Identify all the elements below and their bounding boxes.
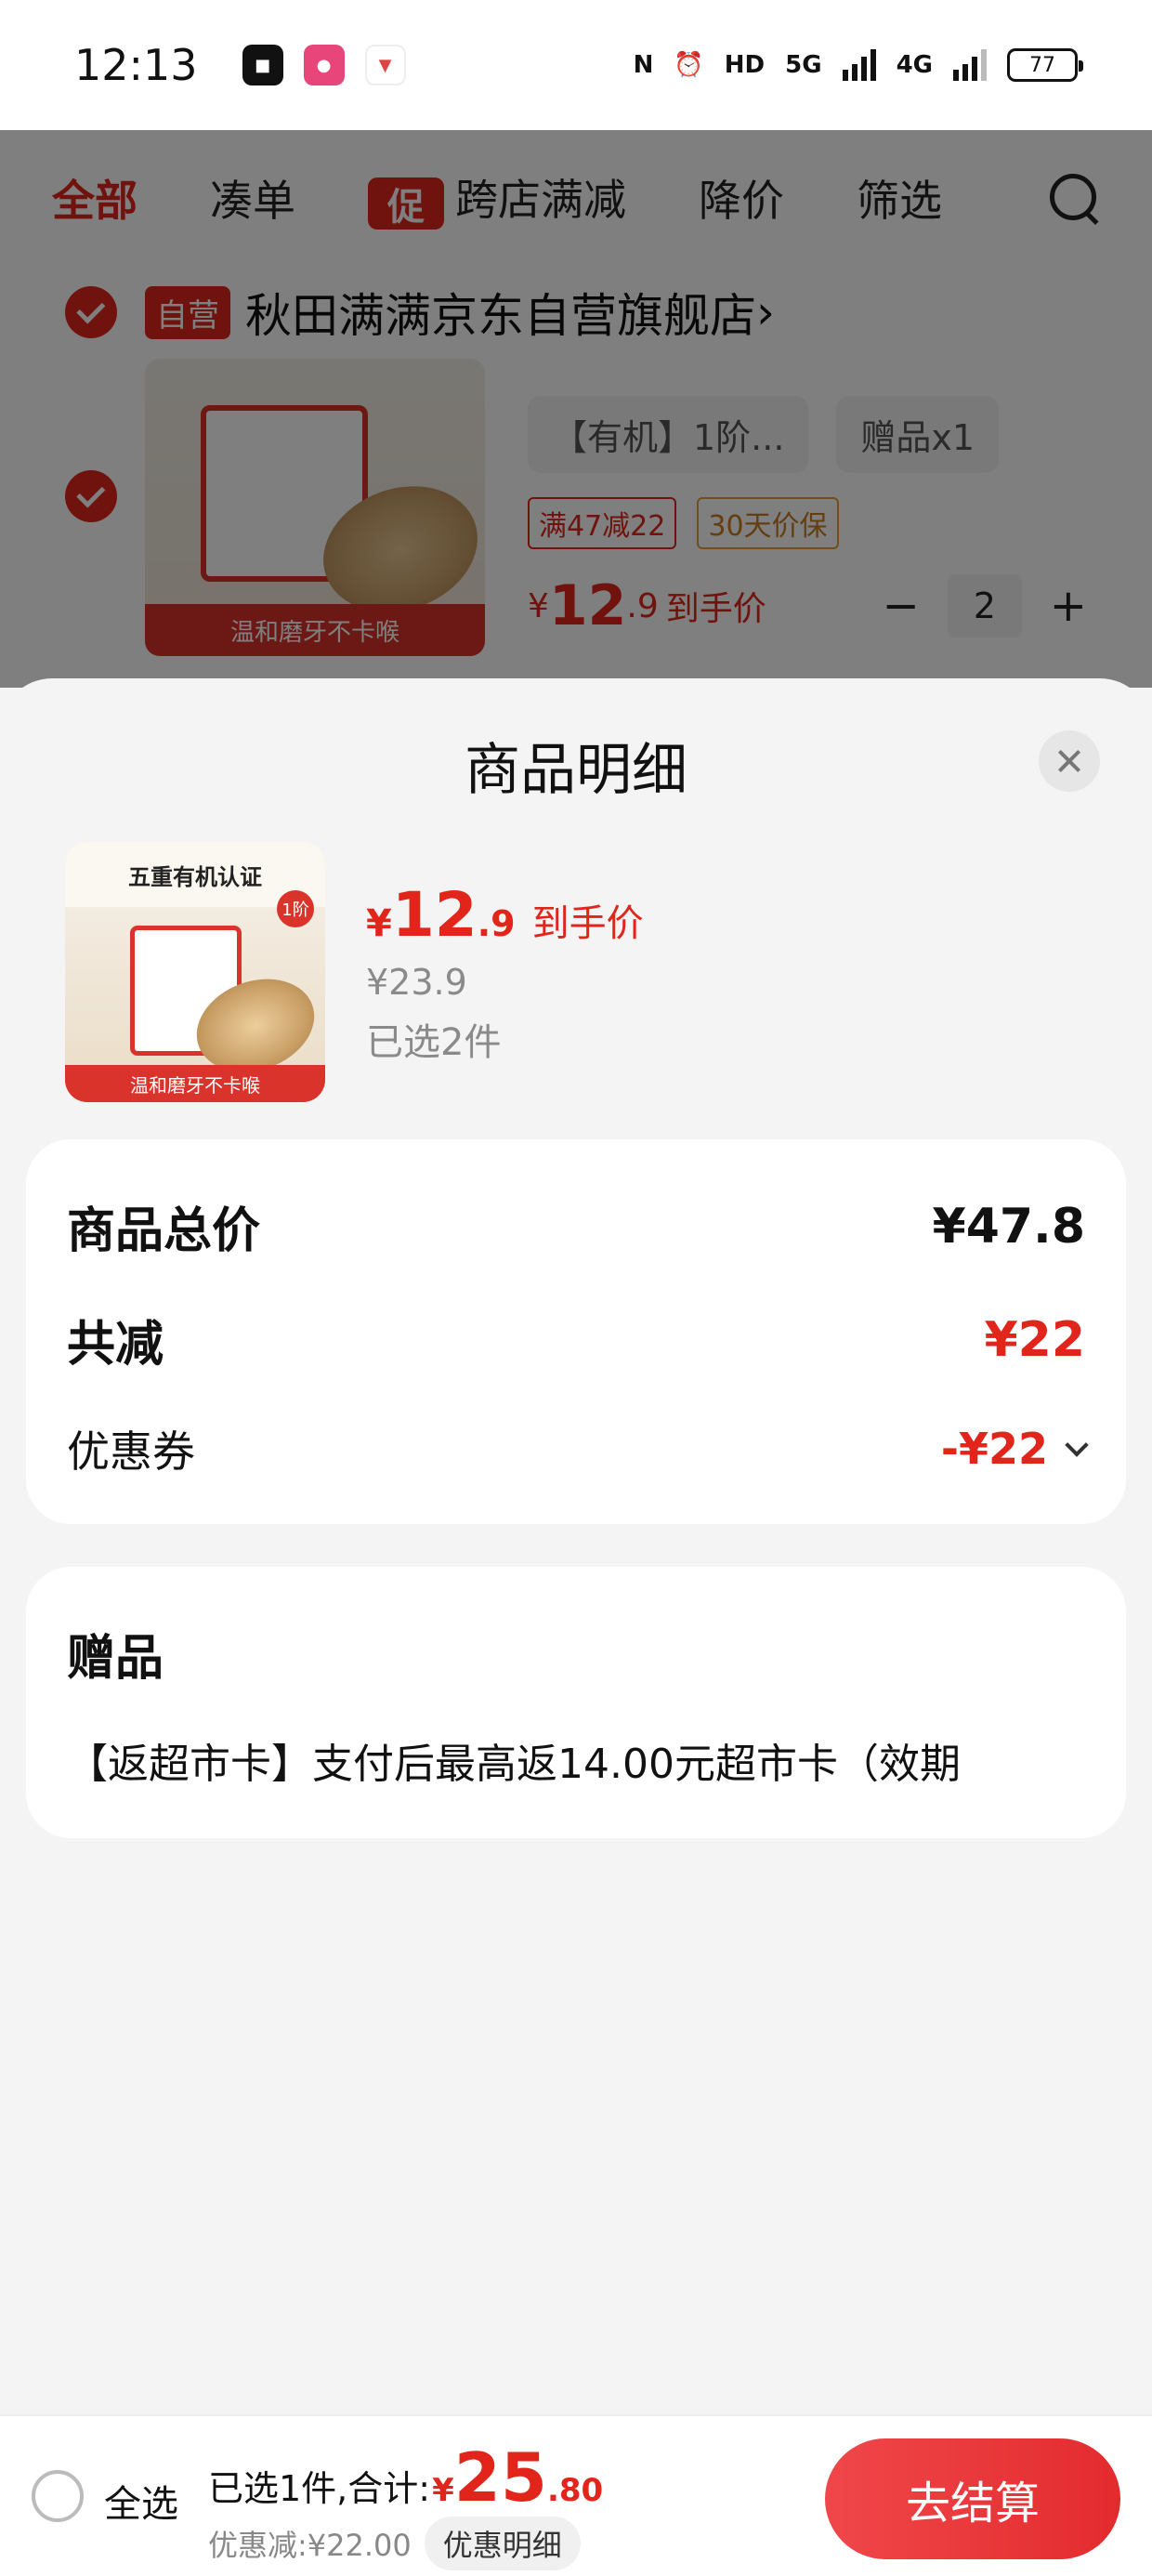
final-price-int: 12 xyxy=(391,878,478,951)
coupon-value-wrap: -¥22 xyxy=(940,1424,1089,1474)
selected-count: 已选2件 xyxy=(366,1020,502,1064)
goods-total-value: ¥47.8 xyxy=(932,1198,1085,1255)
gift-card: 赠品 【返超市卡】支付后最高返14.00元超市卡（效期 xyxy=(26,1567,1126,1838)
final-price-label: 到手价 xyxy=(531,901,644,945)
select-all-radio[interactable] xyxy=(32,2470,84,2522)
checkout-summary: 已选1件,合计: ¥ 25 .80 优惠减:¥22.00 优惠明细 xyxy=(208,2438,603,2570)
total-line: 已选1件,合计: ¥ 25 .80 xyxy=(208,2438,603,2517)
price-summary-card: 商品总价 ¥47.8 共减 ¥22 优惠券 -¥22 xyxy=(26,1139,1126,1524)
status-time: 12:13 xyxy=(74,40,198,90)
checkout-button[interactable]: 去结算 xyxy=(825,2438,1120,2559)
total-int: 25 xyxy=(453,2438,547,2517)
sheet-title: 商品明细 xyxy=(465,738,687,803)
status-app-icons: ■ ● ▼ xyxy=(242,45,406,85)
coupon-row[interactable]: 优惠券 -¥22 xyxy=(67,1418,1089,1479)
sheet-product-info: ¥ 12 .9 到手价 ¥23.9 已选2件 xyxy=(366,879,644,1066)
discount-line: 优惠减:¥22.00 优惠明细 xyxy=(208,2517,603,2570)
discount-detail-button[interactable]: 优惠明细 xyxy=(424,2517,581,2570)
coupon-label: 优惠券 xyxy=(67,1426,195,1477)
shopping-app-icon: ■ xyxy=(242,45,283,85)
hd-icon: HD xyxy=(724,51,766,79)
alarm-icon: ⏰ xyxy=(674,51,704,79)
close-button[interactable] xyxy=(1039,730,1100,792)
original-price: ¥23.9 xyxy=(366,961,467,1003)
network-5g-label: 5G xyxy=(785,51,822,79)
jd-618-app-icon: ● xyxy=(303,45,345,85)
goods-total-row: 商品总价 ¥47.8 xyxy=(67,1191,1085,1261)
checkout-bar: 全选 已选1件,合计: ¥ 25 .80 优惠减:¥22.00 优惠明细 去结算 xyxy=(0,2414,1152,2576)
chevron-down-icon[interactable] xyxy=(1065,1433,1089,1457)
network-4g-label: 4G xyxy=(896,51,933,79)
coupon-value: -¥22 xyxy=(940,1424,1048,1474)
sheet-product: 五重有机认证 1阶 温和磨牙不卡喉 ¥ 12 .9 到手价 ¥23.9 已选2件 xyxy=(65,842,644,1102)
final-price-currency: ¥ xyxy=(366,901,392,945)
total-reduce-value: ¥22 xyxy=(984,1311,1085,1368)
modal-backdrop[interactable] xyxy=(0,130,1152,688)
discount-text: 优惠减:¥22.00 xyxy=(208,2528,412,2563)
summary-text: 已选1件,合计: xyxy=(208,2468,431,2509)
status-indicators: N ⏰ HD 5G 4G 77 xyxy=(633,48,1083,82)
nfc-icon: N xyxy=(633,51,654,79)
product-image-slogan: 温和磨牙不卡喉 xyxy=(65,1065,325,1102)
total-reduce-label: 共减 xyxy=(67,1317,164,1373)
select-all-label[interactable]: 全选 xyxy=(104,2474,178,2528)
gift-description: 【返超市卡】支付后最高返14.00元超市卡（效期 xyxy=(67,1741,961,1788)
map-pin-app-icon: ▼ xyxy=(364,45,406,85)
status-bar: 12:13 ■ ● ▼ N ⏰ HD 5G 4G 77 xyxy=(0,0,1152,130)
final-price: ¥ 12 .9 到手价 xyxy=(366,879,644,951)
final-price-dec: .9 xyxy=(477,902,516,944)
product-detail-sheet: 商品明细 五重有机认证 1阶 温和磨牙不卡喉 ¥ 12 .9 到手价 ¥23.9… xyxy=(0,678,1152,2576)
total-currency: ¥ xyxy=(432,2472,454,2509)
goods-total-label: 商品总价 xyxy=(67,1203,261,1259)
signal-4g-icon xyxy=(953,49,987,81)
total-reduce-row: 共减 ¥22 xyxy=(67,1305,1085,1374)
gift-title: 赠品 xyxy=(67,1631,164,1687)
battery-icon: 77 xyxy=(1007,48,1083,82)
total-dec: .80 xyxy=(546,2472,604,2509)
signal-5g-icon xyxy=(842,49,876,81)
sheet-product-image: 五重有机认证 1阶 温和磨牙不卡喉 xyxy=(65,842,325,1102)
product-step-badge: 1阶 xyxy=(277,890,314,927)
